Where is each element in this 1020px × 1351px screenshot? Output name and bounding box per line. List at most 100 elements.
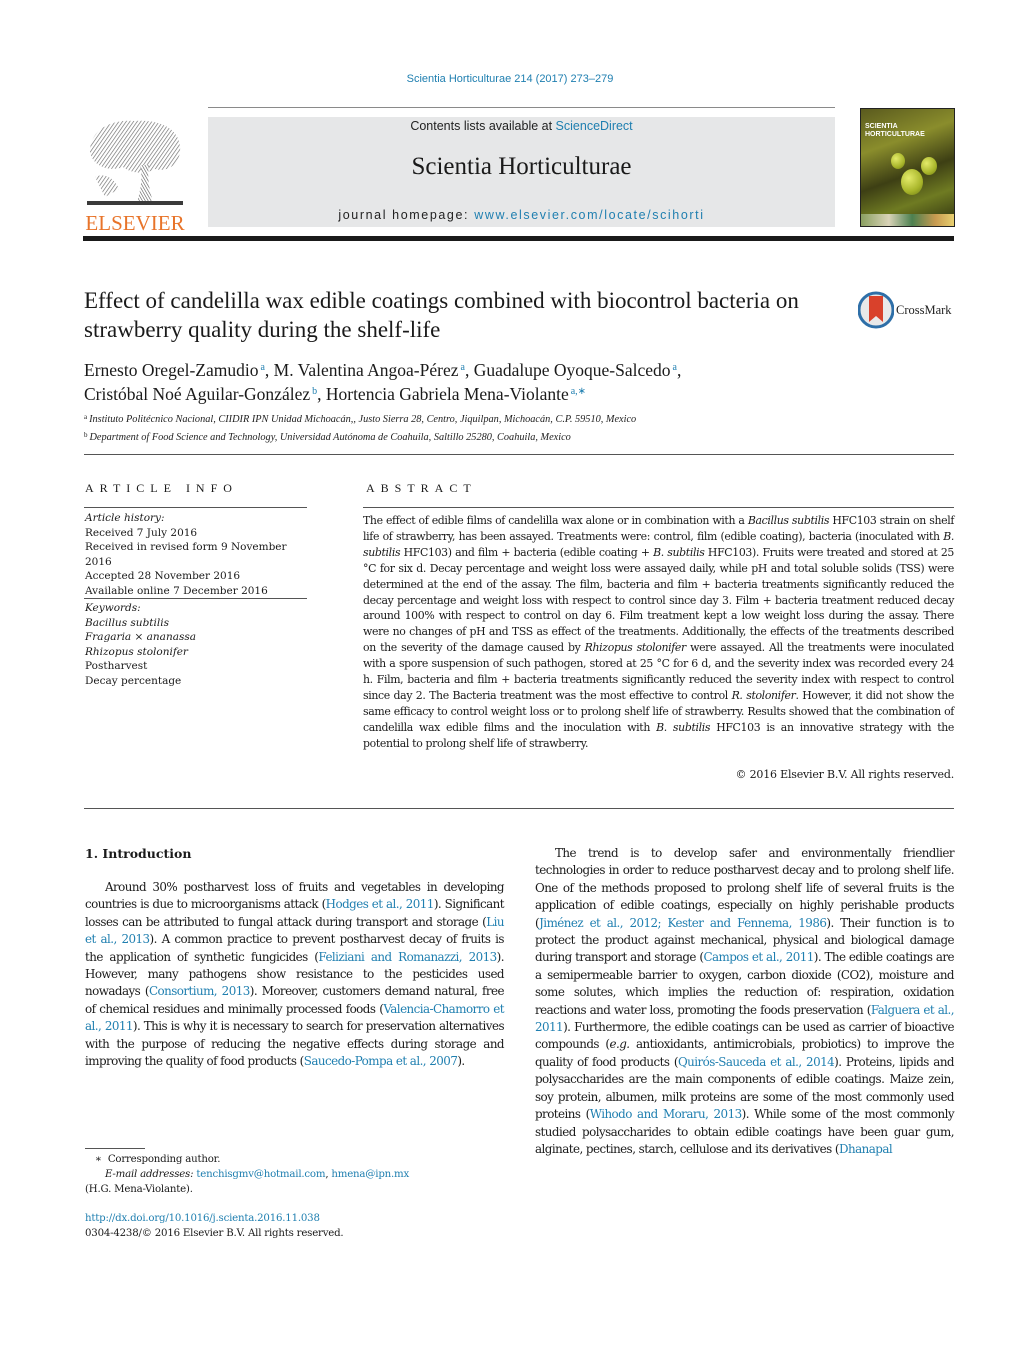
affiliations: a Instituto Politécnico Nacional, CIIDIR … xyxy=(84,410,944,445)
text-run: ). xyxy=(457,1054,465,1069)
italic-term: R. stolonifer xyxy=(731,688,796,702)
history-item: Received in revised form 9 November 2016 xyxy=(85,541,287,568)
history-item: Available online 7 December 2016 xyxy=(85,584,268,597)
author-name: Hortencia Gabriela Mena-Violante xyxy=(325,384,569,404)
author[interactable]: M. Valentina Angoa-Pérez a xyxy=(274,360,465,380)
abstract-copyright: © 2016 Elsevier B.V. All rights reserved… xyxy=(735,768,955,781)
doi-block: http://dx.doi.org/10.1016/j.scienta.2016… xyxy=(85,1211,505,1241)
keyword-item: Bacillus subtilis xyxy=(85,616,169,629)
author-name: M. Valentina Angoa-Pérez xyxy=(273,360,459,380)
abstract-divider xyxy=(363,507,954,508)
section-divider xyxy=(84,454,954,455)
journal-reference[interactable]: Scientia Horticulturae 214 (2017) 273–27… xyxy=(0,73,1020,85)
corresponding-label: Corresponding author. xyxy=(107,1154,221,1165)
article-history-label: Article history: xyxy=(85,512,165,524)
keywords-divider xyxy=(84,598,307,599)
author[interactable]: Guadalupe Oyoque-Salcedo a xyxy=(474,360,677,380)
crossmark-label: CrossMark xyxy=(896,303,952,317)
author-separator: , xyxy=(676,360,682,380)
paragraph: The trend is to develop safer and enviro… xyxy=(535,845,955,1158)
issn-copyright: 0304-4238/© 2016 Elsevier B.V. All right… xyxy=(85,1228,344,1239)
history-item: Received 7 July 2016 xyxy=(85,526,198,539)
author[interactable]: Hortencia Gabriela Mena-Violante a,∗ xyxy=(326,384,586,404)
introduction-left-column: Around 30% postharvest loss of fruits an… xyxy=(85,879,505,1070)
homepage-prefix: journal homepage: xyxy=(338,208,475,222)
paragraph: Around 30% postharvest loss of fruits an… xyxy=(85,879,505,1070)
contents-prefix: Contents lists available at xyxy=(410,119,556,133)
email-link[interactable]: tenchisgmv@hotmail.com xyxy=(196,1169,325,1180)
corresponding-mark: ∗ xyxy=(95,1154,102,1165)
cover-title-line2: HORTICULTURAE xyxy=(865,131,925,138)
keywords: Keywords: Bacillus subtilis Fragaria × a… xyxy=(85,601,315,688)
introduction-right-column: The trend is to develop safer and enviro… xyxy=(535,845,955,1158)
elsevier-logo[interactable]: ELSEVIER xyxy=(83,117,187,234)
author-affiliation-mark[interactable]: a,∗ xyxy=(571,386,586,397)
text-run: HFC103). Fruits were treated and stored … xyxy=(363,545,954,655)
citation-link[interactable]: Wihodo and Moraru, 2013 xyxy=(590,1107,742,1121)
italic-term: e.g. xyxy=(609,1037,631,1052)
abstract-heading: ABSTRACT xyxy=(366,481,477,495)
contents-line: Contents lists available at ScienceDirec… xyxy=(208,119,835,133)
keyword-item: Fragaria × ananassa xyxy=(85,631,196,643)
crossmark-button[interactable]: CrossMark xyxy=(857,290,958,330)
keyword-item: Decay percentage xyxy=(85,674,182,687)
journal-cover-image[interactable]: SCIENTIA HORTICULTURAE xyxy=(860,108,955,227)
affiliation-item: a Instituto Politécnico Nacional, CIIDIR … xyxy=(84,410,944,428)
article-info-heading: ARTICLE INFO xyxy=(85,481,238,495)
journal-name: Scientia Horticulturae xyxy=(411,153,632,180)
doi-link[interactable]: http://dx.doi.org/10.1016/j.scienta.2016… xyxy=(85,1213,320,1224)
article-title: Effect of candelilla wax edible coatings… xyxy=(84,288,799,342)
email-owner: (H.G. Mena-Violante). xyxy=(85,1184,193,1195)
cover-olive-icon xyxy=(901,169,923,195)
italic-term: Rhizopus stolonifer xyxy=(584,641,687,655)
affiliation-item: b Department of Food Science and Technolo… xyxy=(84,428,944,446)
author-name: Guadalupe Oyoque-Salcedo xyxy=(473,360,671,380)
italic-term: Bacillus subtilis xyxy=(747,514,830,527)
citation-link[interactable]: Hodges et al., 2011 xyxy=(326,897,435,911)
citation-link[interactable]: Saucedo-Pompa et al., 2007 xyxy=(304,1054,458,1068)
affiliation-text: Department of Food Science and Technolog… xyxy=(89,431,571,443)
introduction-heading: 1. Introduction xyxy=(85,846,192,861)
author-separator: , xyxy=(464,360,474,380)
keywords-label: Keywords: xyxy=(85,602,141,614)
keyword-item: Rhizopus stolonifer xyxy=(85,645,188,658)
corresponding-author-note: ∗ Corresponding author. xyxy=(85,1152,505,1167)
author-name: Ernesto Oregel-Zamudio xyxy=(84,360,259,380)
footnotes: ∗ Corresponding author. E-mail addresses… xyxy=(85,1152,505,1197)
italic-term: B. subtilis xyxy=(653,545,705,559)
italic-term: B. subtilis xyxy=(656,720,711,734)
email-label: E-mail addresses: xyxy=(105,1169,194,1180)
affiliation-mark: b xyxy=(84,430,88,439)
sciencedirect-link[interactable]: ScienceDirect xyxy=(556,119,633,133)
abstract-text: The effect of edible films of candelilla… xyxy=(363,513,954,752)
cover-title-line1: SCIENTIA xyxy=(865,123,898,130)
email-line: E-mail addresses: tenchisgmv@hotmail.com… xyxy=(105,1169,410,1180)
article-info-divider xyxy=(84,507,307,508)
citation-link[interactable]: Jiménez et al., 2012; Kester and Fennema… xyxy=(539,916,827,930)
citation-link[interactable]: Dhanapal xyxy=(839,1142,893,1156)
header-thick-rule xyxy=(83,236,954,241)
elsevier-wordmark: ELSEVIER xyxy=(85,211,185,235)
author[interactable]: Ernesto Oregel-Zamudio a xyxy=(84,360,265,380)
author-separator: , xyxy=(317,384,326,404)
history-item: Accepted 28 November 2016 xyxy=(85,570,241,582)
author-list: Ernesto Oregel-Zamudio a, M. Valentina An… xyxy=(84,357,864,405)
citation-link[interactable]: Campos et al., 2011 xyxy=(703,950,814,964)
citation-link[interactable]: Feliziani and Romanazzi, 2013 xyxy=(318,950,497,964)
author-name: Cristóbal Noé Aguilar-González xyxy=(84,384,311,404)
text-run: HFC103) and film + bacteria (edible coat… xyxy=(400,545,654,559)
journal-homepage-link[interactable]: www.elsevier.com/locate/scihorti xyxy=(474,208,704,222)
email-link[interactable]: hmena@ipn.mx xyxy=(331,1169,409,1180)
header-top-rule xyxy=(208,107,835,108)
article-history: Article history: Received 7 July 2016 Re… xyxy=(85,511,315,598)
citation-link[interactable]: Quirós-Sauceda et al., 2014 xyxy=(678,1055,835,1069)
citation-link[interactable]: Consortium, 2013 xyxy=(149,984,250,998)
author[interactable]: Cristóbal Noé Aguilar-González b xyxy=(84,384,317,404)
cover-olive-icon xyxy=(921,157,937,175)
journal-banner: Contents lists available at ScienceDirec… xyxy=(208,117,835,227)
text-run: The effect of edible films of candelilla… xyxy=(363,514,748,527)
affiliation-mark: a xyxy=(84,413,88,421)
journal-homepage-line: journal homepage: www.elsevier.com/locat… xyxy=(208,208,835,222)
cover-title: SCIENTIA HORTICULTURAE xyxy=(865,123,925,139)
elsevier-tree-icon xyxy=(87,120,183,205)
